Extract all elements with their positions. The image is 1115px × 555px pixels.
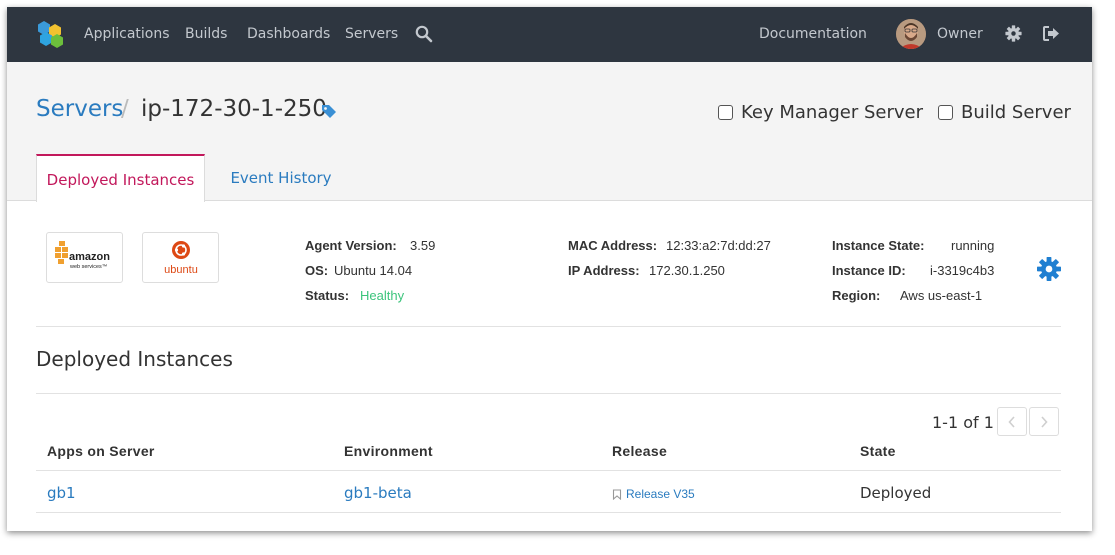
column-header-release[interactable]: Release <box>612 443 667 459</box>
tag-icon[interactable] <box>321 105 337 119</box>
section-divider <box>36 393 1061 394</box>
top-navbar: Applications Builds Dashboards Servers D… <box>7 7 1092 62</box>
section-title: Deployed Instances <box>36 347 233 371</box>
page-header: Servers / ip-172-30-1-250 Key Manager Se… <box>7 62 1092 202</box>
nav-documentation[interactable]: Documentation <box>759 26 867 42</box>
next-page-button[interactable] <box>1029 407 1059 436</box>
aws-badge: amazon web services™ <box>46 232 123 283</box>
region-value: Aws us-east-1 <box>900 288 983 303</box>
bookmark-icon <box>612 488 622 500</box>
build-server-checkbox[interactable]: Build Server <box>938 102 1071 123</box>
settings-gear-icon[interactable] <box>1037 257 1061 281</box>
agent-version-value: 3.59 <box>410 238 436 253</box>
ip-address-label: IP Address: <box>568 263 640 278</box>
release-link[interactable]: Release V35 <box>612 487 695 501</box>
user-avatar[interactable] <box>896 19 926 49</box>
state-value: Deployed <box>860 484 932 502</box>
pagination-summary: 1-1 of 1 <box>932 413 994 432</box>
app-logo-icon[interactable] <box>35 19 65 49</box>
tab-event-history[interactable]: Event History <box>217 154 345 201</box>
nav-servers[interactable]: Servers <box>345 26 398 42</box>
aws-logo-icon: amazon web services™ <box>55 241 110 270</box>
previous-page-button[interactable] <box>997 407 1027 436</box>
column-header-state[interactable]: State <box>860 443 896 459</box>
gear-icon[interactable] <box>1005 25 1022 42</box>
tab-deployed-instances[interactable]: Deployed Instances <box>36 154 205 202</box>
mac-address-value: 12:33:a2:7d:dd:27 <box>666 238 771 253</box>
key-manager-checkbox[interactable]: Key Manager Server <box>718 102 923 123</box>
instance-id-label: Instance ID: <box>832 263 906 278</box>
os-value: Ubuntu 14.04 <box>334 263 413 278</box>
agent-version-label: Agent Version: <box>305 238 397 253</box>
region-label: Region: <box>832 288 881 303</box>
app-link[interactable]: gb1 <box>47 484 76 502</box>
chevron-right-icon <box>1041 415 1048 428</box>
nav-builds[interactable]: Builds <box>185 26 227 42</box>
ubuntu-logo-icon: ubuntu <box>164 241 198 276</box>
section-divider <box>36 326 1061 327</box>
environment-link[interactable]: gb1-beta <box>344 484 412 502</box>
column-header-environment[interactable]: Environment <box>344 443 433 459</box>
os-label: OS: <box>305 263 329 278</box>
sign-out-icon[interactable] <box>1043 26 1060 41</box>
chevron-left-icon <box>1008 415 1015 428</box>
user-name[interactable]: Owner <box>937 26 983 42</box>
build-server-label[interactable]: Build Server <box>961 102 1071 123</box>
instance-state-label: Instance State: <box>832 238 925 253</box>
mac-address-label: MAC Address: <box>568 238 658 253</box>
nav-applications[interactable]: Applications <box>84 26 170 42</box>
ubuntu-badge: ubuntu <box>142 232 219 283</box>
status-label: Status: <box>305 288 350 303</box>
column-header-apps[interactable]: Apps on Server <box>47 443 155 459</box>
key-manager-checkbox-box[interactable] <box>718 105 733 120</box>
key-manager-label[interactable]: Key Manager Server <box>741 102 923 123</box>
breadcrumb-separator: / <box>121 96 129 122</box>
instance-state-value: running <box>951 238 995 253</box>
breadcrumb-servers-link[interactable]: Servers <box>36 96 123 122</box>
search-icon[interactable] <box>415 25 433 43</box>
release-label[interactable]: Release V35 <box>626 487 695 501</box>
status-badge: Healthy <box>360 288 405 303</box>
svg-text:amazon: amazon <box>69 251 110 263</box>
nav-dashboards[interactable]: Dashboards <box>247 26 330 42</box>
ip-address-value: 172.30.1.250 <box>649 263 725 278</box>
svg-text:ubuntu: ubuntu <box>164 264 198 276</box>
page-title: ip-172-30-1-250 <box>141 96 327 122</box>
instance-id-value: i-3319c4b3 <box>930 263 995 278</box>
table-row-divider <box>36 512 1061 513</box>
svg-text:web services™: web services™ <box>69 264 107 270</box>
table-header-divider <box>36 470 1061 471</box>
app-window: Applications Builds Dashboards Servers D… <box>7 7 1092 531</box>
build-server-checkbox-box[interactable] <box>938 105 953 120</box>
